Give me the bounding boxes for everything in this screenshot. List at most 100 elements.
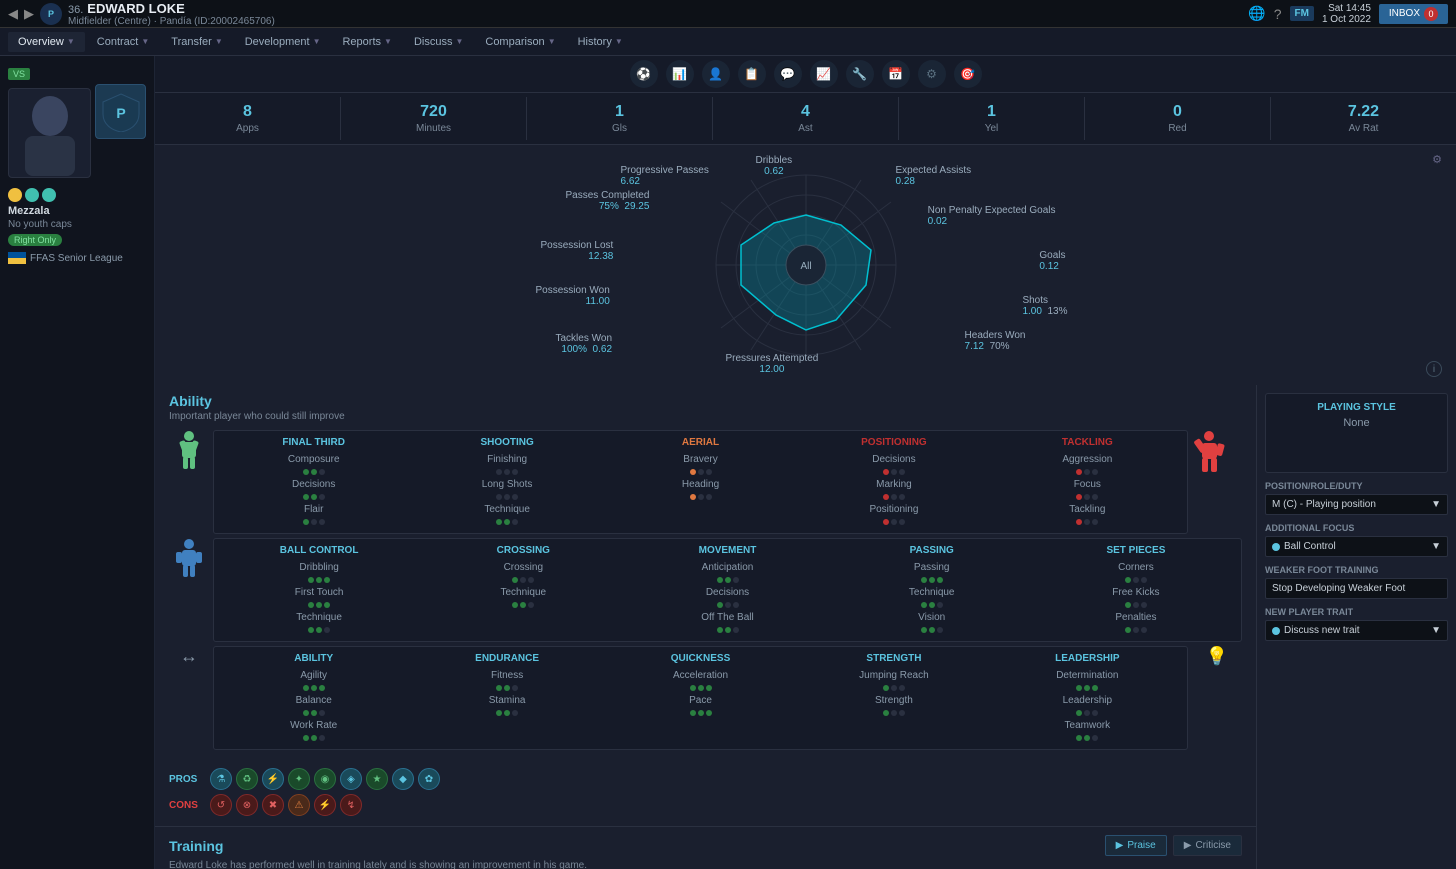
ta-dots-1 <box>994 469 1181 475</box>
mood-icons <box>8 188 146 202</box>
quick-icon-1[interactable]: ⚽ <box>630 60 658 88</box>
back-button[interactable]: ◀ <box>8 6 18 22</box>
en-attr-1: Fitness <box>413 668 600 683</box>
quick-icon-3[interactable]: 👤 <box>702 60 730 88</box>
stat-red-value: 0 <box>1089 103 1266 121</box>
pros-row: PROS ⚗ ♻ ⚡ ✦ ◉ ◈ ★ ◆ ✿ <box>169 768 1242 790</box>
nav-contract[interactable]: Contract ▼ <box>87 32 160 52</box>
stat-apps-label: Apps <box>159 123 336 134</box>
stat-yellow-value: 1 <box>903 103 1080 121</box>
pa-label: PASSING <box>833 545 1031 556</box>
new-trait-label: NEW PLAYER TRAIT <box>1265 607 1448 617</box>
mood-teal-2 <box>42 188 56 202</box>
new-trait-value: Discuss new trait <box>1284 625 1360 636</box>
radar-settings-icon[interactable]: ⚙ <box>1432 153 1442 166</box>
pros-trait-5[interactable]: ◉ <box>314 768 336 790</box>
stat-assists: 4 Ast <box>713 97 899 140</box>
overview-arrow: ▼ <box>67 37 75 46</box>
quick-icon-9[interactable]: ⚙ <box>918 60 946 88</box>
fm-badge: FM <box>1290 6 1314 21</box>
en-dots-2 <box>413 710 600 716</box>
globe-icon[interactable]: 🌐 <box>1248 5 1265 22</box>
mv-dots-3 <box>628 627 826 633</box>
new-trait-select[interactable]: Discuss new trait ▼ <box>1265 620 1448 641</box>
radar-info-icon[interactable]: i <box>1426 361 1442 377</box>
history-arrow: ▼ <box>615 37 623 46</box>
cons-label: CONS <box>169 800 204 811</box>
transfer-arrow: ▼ <box>215 37 223 46</box>
ability-cards-row1: FINAL THIRD Composure Decisions <box>220 437 1181 527</box>
foot-preference[interactable]: Right Only <box>8 234 62 246</box>
pros-icons: ⚗ ♻ ⚡ ✦ ◉ ◈ ★ ◆ ✿ <box>210 768 440 790</box>
ae-attr-1: Bravery <box>607 452 794 467</box>
trait-dot <box>1272 627 1280 635</box>
tackling-label: TACKLING <box>994 437 1181 448</box>
criticise-button[interactable]: ▶ Criticise <box>1173 835 1242 856</box>
nav-discuss[interactable]: Discuss ▼ <box>404 32 473 52</box>
cons-trait-2[interactable]: ⊗ <box>236 794 258 816</box>
mv-dots-1 <box>628 577 826 583</box>
ability-cards-row2: BALL CONTROL Dribbling First Touch <box>220 545 1235 635</box>
inbox-button[interactable]: INBOX 0 <box>1379 4 1448 24</box>
ability-set-pieces: SET PIECES Corners Free Kicks <box>1037 545 1235 635</box>
quick-icon-6[interactable]: 📈 <box>810 60 838 88</box>
quick-icon-5[interactable]: 💬 <box>774 60 802 88</box>
st-attr-2: Strength <box>800 693 987 708</box>
pros-trait-6[interactable]: ◈ <box>340 768 362 790</box>
sp-dots-2 <box>1037 602 1235 608</box>
pros-trait-8[interactable]: ◆ <box>392 768 414 790</box>
quick-icon-7[interactable]: 🔧 <box>846 60 874 88</box>
quick-icon-8[interactable]: 📅 <box>882 60 910 88</box>
datetime: Sat 14:45 1 Oct 2022 <box>1322 3 1371 25</box>
red-player-icon <box>1192 430 1242 478</box>
stat-apps-value: 8 <box>159 103 336 121</box>
quick-icon-10[interactable]: 🎯 <box>954 60 982 88</box>
cons-trait-1[interactable]: ↺ <box>210 794 232 816</box>
cons-trait-4[interactable]: ⚠ <box>288 794 310 816</box>
nav-comparison[interactable]: Comparison ▼ <box>475 32 565 52</box>
quick-icon-4[interactable]: 📋 <box>738 60 766 88</box>
training-section: Training ▶ Praise ▶ Criticise <box>155 826 1256 869</box>
ability-content: Ability Important player who could still… <box>155 385 1256 869</box>
pros-trait-7[interactable]: ★ <box>366 768 388 790</box>
pa-attr-1: Passing <box>833 560 1031 575</box>
nav-reports[interactable]: Reports ▼ <box>332 32 401 52</box>
pros-trait-3[interactable]: ⚡ <box>262 768 284 790</box>
pros-trait-1[interactable]: ⚗ <box>210 768 232 790</box>
cons-trait-5[interactable]: ⚡ <box>314 794 336 816</box>
cons-trait-6[interactable]: ↯ <box>340 794 362 816</box>
shooting-label: SHOOTING <box>413 437 600 448</box>
ability-shooting: SHOOTING Finishing Long Shots <box>413 437 600 527</box>
forward-button[interactable]: ▶ <box>24 6 34 22</box>
ab-dots-2 <box>220 710 407 716</box>
stat-rating-value: 7.22 <box>1275 103 1452 121</box>
ability-leadership: LEADERSHIP Determination Leadership <box>994 653 1181 743</box>
reports-arrow: ▼ <box>384 37 392 46</box>
cr-attr-1: Crossing <box>424 560 622 575</box>
quick-icon-2[interactable]: 📊 <box>666 60 694 88</box>
ability-aerial: AERIAL Bravery Heading <box>607 437 794 527</box>
additional-focus-select[interactable]: Ball Control ▼ <box>1265 536 1448 557</box>
nav-development[interactable]: Development ▼ <box>235 32 331 52</box>
radar-label-xassists: Expected Assists 0.28 <box>896 165 972 187</box>
nav-history[interactable]: History ▼ <box>568 32 633 52</box>
weaker-foot-select[interactable]: Stop Developing Weaker Foot <box>1265 578 1448 599</box>
nav-overview[interactable]: Overview ▼ <box>8 32 85 52</box>
ability-endurance: ENDURANCE Fitness Stamina <box>413 653 600 743</box>
cons-trait-3[interactable]: ✖ <box>262 794 284 816</box>
player-subtitle: Midfielder (Centre) · Pandía (ID:2000246… <box>68 16 275 27</box>
pros-trait-2[interactable]: ♻ <box>236 768 258 790</box>
ld-attr-3: Teamwork <box>994 718 1181 733</box>
radar-label-tackles: Tackles Won 100% 0.62 <box>556 333 613 355</box>
pros-trait-9[interactable]: ✿ <box>418 768 440 790</box>
weaker-foot-label: WEAKER FOOT TRAINING <box>1265 565 1448 575</box>
ability-passing: PASSING Passing Technique Vi <box>833 545 1031 635</box>
en-dots-1 <box>413 685 600 691</box>
position-role-select[interactable]: M (C) - Playing position ▼ <box>1265 494 1448 515</box>
ability-final-third: FINAL THIRD Composure Decisions <box>220 437 407 527</box>
nav-transfer[interactable]: Transfer ▼ <box>161 32 232 52</box>
pros-trait-4[interactable]: ✦ <box>288 768 310 790</box>
praise-button[interactable]: ▶ Praise <box>1105 835 1167 856</box>
ability-subtitle: Important player who could still improve <box>169 411 1242 422</box>
help-icon[interactable]: ? <box>1274 6 1282 22</box>
